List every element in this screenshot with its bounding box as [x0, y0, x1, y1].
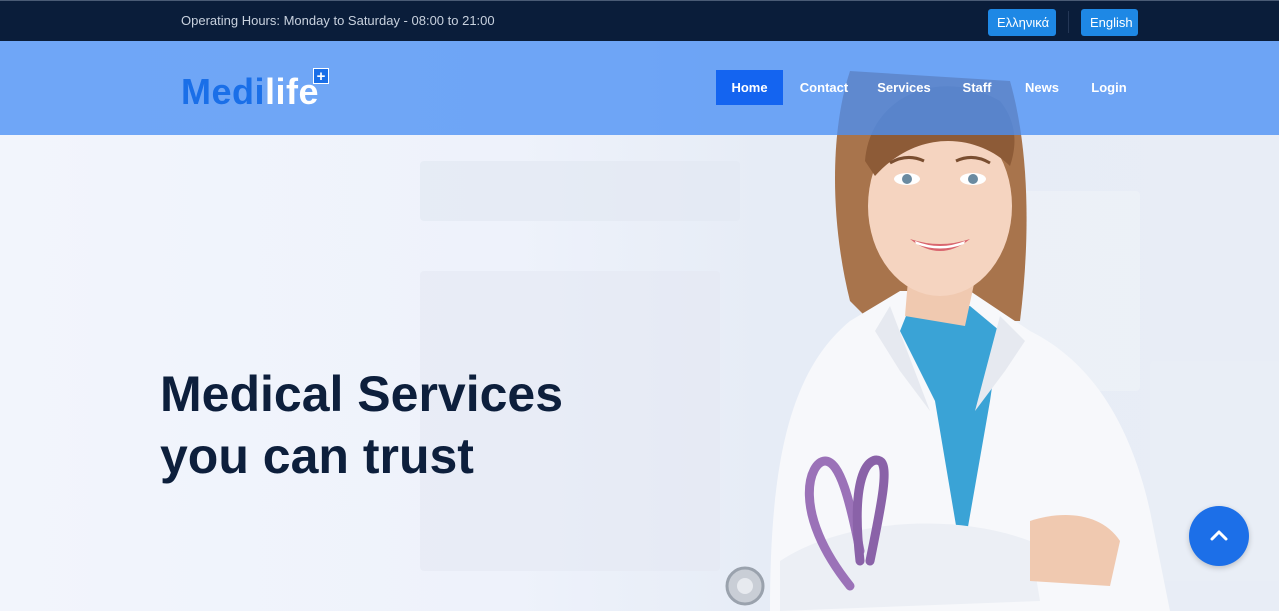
main-navbar: Medilife Home Contact Services Staff New… — [0, 41, 1279, 135]
language-greek-button[interactable]: Ελληνικά — [988, 9, 1056, 36]
logo-plus-icon: + — [313, 68, 329, 84]
site-logo[interactable]: Medilife — [181, 71, 319, 113]
background-shape — [420, 161, 740, 221]
language-english-button[interactable]: English — [1081, 9, 1138, 36]
hero-headline-line2: you can trust — [160, 428, 474, 484]
logo-text-medi: Medi — [181, 71, 266, 112]
hero-headline-line1: Medical Services — [160, 366, 564, 422]
language-divider — [1068, 11, 1069, 33]
back-to-top-button[interactable] — [1189, 506, 1249, 566]
nav-login[interactable]: Login — [1088, 70, 1130, 105]
nav-home[interactable]: Home — [716, 70, 783, 105]
nav-news[interactable]: News — [1020, 70, 1064, 105]
chevron-up-icon — [1210, 530, 1228, 541]
nav-staff[interactable]: Staff — [957, 70, 997, 105]
nav-services[interactable]: Services — [872, 70, 936, 105]
hero-headline: Medical Services you can trust — [160, 363, 563, 487]
nav-contact[interactable]: Contact — [795, 70, 853, 105]
top-bar: Operating Hours: Monday to Saturday - 08… — [0, 0, 1279, 41]
logo-text-life: life — [265, 71, 320, 112]
operating-hours: Operating Hours: Monday to Saturday - 08… — [181, 13, 495, 28]
